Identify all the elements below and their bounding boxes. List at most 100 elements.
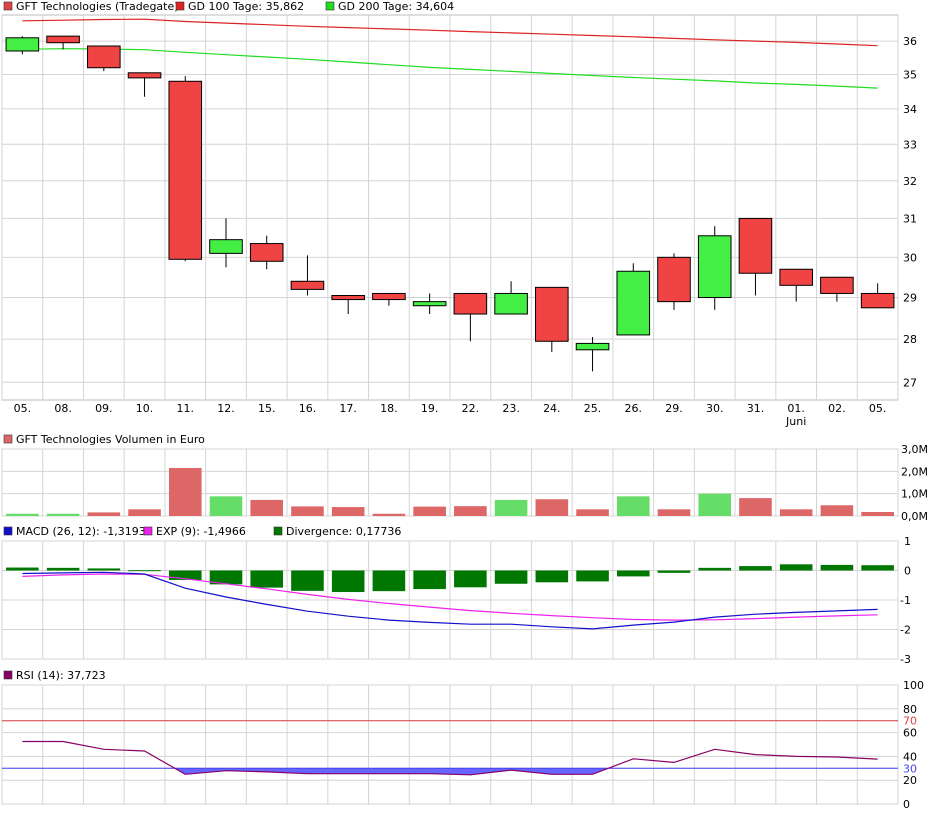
x-tick-label: 17. [339, 402, 357, 415]
x-tick-label: 29. [665, 402, 683, 415]
x-tick-label: 24. [543, 402, 561, 415]
x-tick-label: 26. [625, 402, 643, 415]
divergence-bar [331, 570, 365, 593]
price-y-tick-label: 32 [903, 175, 917, 188]
divergence-bar [454, 570, 487, 588]
macd-y-tick-label: -2 [900, 624, 911, 637]
rsi-y-tick-label: 60 [903, 727, 917, 740]
divergence-bar [779, 564, 813, 571]
candle-body [616, 270, 651, 336]
macd-legend-1-swatch [143, 526, 153, 536]
x-tick-label: 11. [177, 402, 195, 415]
macd-legend-0-swatch [3, 526, 13, 536]
price-y-tick-label: 29 [903, 292, 917, 305]
macd-legend-2-swatch [273, 526, 283, 536]
x-tick-label: 08. [54, 402, 72, 415]
volume-bar [576, 509, 609, 516]
volume-bar [454, 506, 487, 516]
x-tick-label: 01. [787, 402, 805, 415]
divergence-bar [698, 567, 732, 571]
price-y-tick-label: 31 [903, 212, 917, 225]
candle-body [575, 342, 610, 351]
divergence-bar [494, 570, 528, 584]
volume-y-tick-label: 0,0M [901, 510, 928, 523]
divergence-bar [6, 567, 39, 571]
macd-y-tick-label: -1 [900, 594, 911, 607]
x-tick-label: 12. [217, 402, 235, 415]
volume-bar [535, 499, 569, 516]
divergence-bar [87, 568, 121, 571]
volume-bar [46, 513, 80, 516]
price-y-tick-label: 34 [903, 103, 917, 116]
volume-legend-swatch [3, 434, 13, 444]
candle-body [738, 217, 773, 274]
volume-bar [6, 513, 39, 516]
divergence-bar [250, 570, 284, 588]
x-tick-label: 05. [14, 402, 32, 415]
macd-legend-0-label: MACD (26, 12): -1,3193 [16, 525, 146, 538]
divergence-bar [372, 570, 406, 592]
candle-body [5, 37, 40, 52]
volume-bar [698, 493, 732, 516]
rsi-level-30-label: 30 [903, 762, 917, 775]
price-y-tick-label: 36 [903, 35, 917, 48]
candle-body [331, 294, 365, 301]
x-tick-label: 05. [869, 402, 887, 415]
price-legend-0-swatch [3, 1, 13, 11]
volume-bar [820, 505, 854, 516]
macd-legend-1-label: EXP (9): -1,4966 [156, 525, 246, 538]
price-legend-2-swatch [325, 1, 335, 11]
x-tick-sublabel: Juni [785, 415, 806, 428]
volume-bar [779, 509, 813, 516]
x-tick-label: 23. [502, 402, 520, 415]
candle-body [535, 286, 569, 342]
price-y-tick-label: 28 [903, 333, 917, 346]
volume-y-tick-label: 1,0M [901, 488, 928, 501]
volume-bar [494, 499, 528, 516]
candle-body [249, 243, 284, 262]
x-tick-label: 31. [747, 402, 765, 415]
candle-body [168, 80, 203, 260]
candle-body [657, 256, 691, 303]
rsi-legend-swatch [3, 670, 13, 680]
macd-y-tick-label: 0 [904, 565, 911, 578]
volume-bar [657, 509, 691, 516]
x-tick-label: 02. [828, 402, 846, 415]
x-tick-label: 19. [421, 402, 439, 415]
divergence-bar [535, 570, 569, 583]
divergence-bar [820, 564, 854, 571]
divergence-bar [861, 565, 894, 571]
divergence-bar [291, 570, 324, 591]
rsi-legend-label: RSI (14): 37,723 [16, 669, 106, 682]
divergence-bar [576, 570, 609, 582]
candle-body [697, 235, 732, 299]
stock-chart: 27 28 29 30 31 32 33 34 35 36 GFT Technologies (Tr… [0, 0, 940, 814]
rsi-y-tick-label: 100 [903, 679, 924, 692]
candle-body [860, 292, 895, 309]
x-tick-label: 10. [136, 402, 154, 415]
candle-body [412, 301, 447, 307]
candle-body [779, 268, 813, 286]
volume-y-tick-label: 2,0M [901, 465, 928, 478]
volume-bar [168, 467, 202, 516]
volume-bar [372, 513, 406, 516]
rsi-y-tick-label: 20 [903, 774, 917, 787]
price-y-tick-label: 35 [903, 68, 917, 81]
divergence-bar [616, 570, 650, 577]
volume-bar [861, 511, 894, 516]
divergence-bar [739, 566, 772, 571]
price-y-tick-label: 27 [903, 376, 917, 389]
macd-legend-2-label: Divergence: 0,17736 [286, 525, 401, 538]
rsi-level-70-label: 70 [903, 715, 917, 728]
volume-bar [413, 506, 446, 516]
volume-bar [209, 496, 243, 516]
x-tick-label: 18. [380, 402, 398, 415]
price-y-tick-label: 30 [903, 251, 917, 264]
x-tick-label: 25. [584, 402, 602, 415]
volume-bar [128, 509, 161, 516]
macd-y-tick-label: -3 [900, 653, 911, 666]
x-tick-label: 22. [462, 402, 480, 415]
candle-body [453, 292, 488, 315]
price-legend-0-label: GFT Technologies (Tradegate) [16, 0, 179, 13]
volume-y-tick-label: 3,0M [901, 443, 928, 456]
